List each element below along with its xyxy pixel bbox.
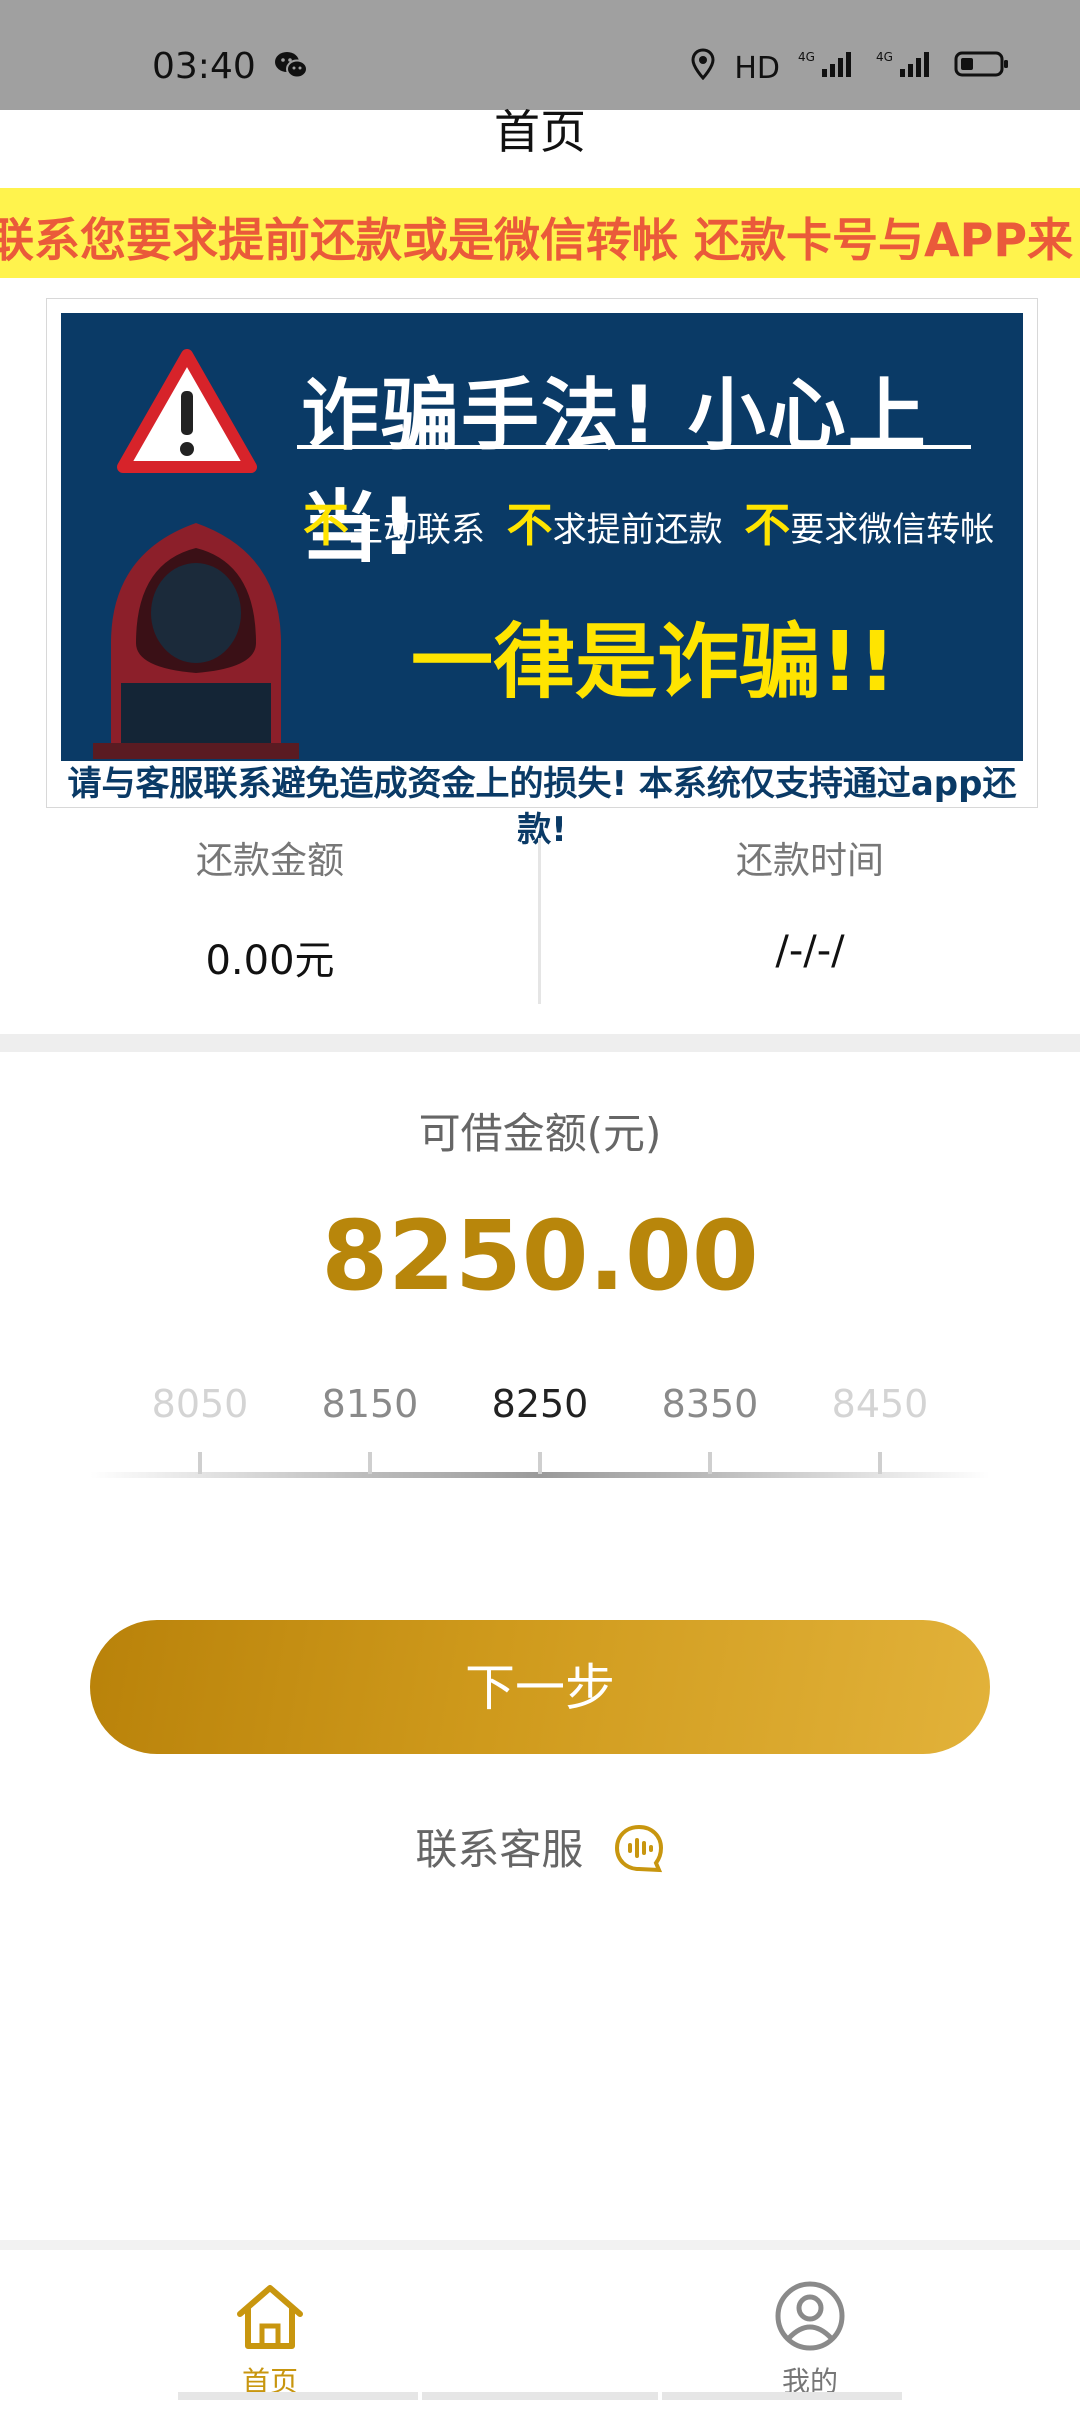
loan-amount-value: 8250.00 (321, 1200, 759, 1312)
scale-tick (198, 1452, 202, 1474)
scale-label-8150[interactable]: 8150 (290, 1382, 450, 1426)
warning-triangle-icon (117, 349, 257, 473)
wechat-icon (274, 50, 308, 84)
notice-text: 联系您要求提前还款或是微信转帐 还款卡号与APP来 (0, 213, 1074, 267)
signal-icon-2: 4G (876, 49, 936, 87)
section-separator (0, 1034, 1080, 1052)
banner-footer: 请与客服联系避免造成资金上的损失! 本系统仅支持通过app还款! (67, 764, 1017, 850)
contact-support-label: 联系客服 (415, 1825, 584, 1874)
banner-rules: 不主动联系 不求提前还款 不要求微信转帐 (303, 489, 994, 555)
scale-label-8050[interactable]: 8050 (120, 1382, 280, 1426)
notice-marquee: 联系您要求提前还款或是微信转帐 还款卡号与APP来 (0, 188, 1080, 278)
amount-slider[interactable] (90, 1448, 990, 1478)
svg-text:4G: 4G (798, 50, 815, 64)
nav-indicator-1 (178, 2392, 418, 2400)
network-hd-label: HD (734, 50, 780, 86)
hacker-illustration-icon (93, 523, 299, 759)
scale-tick (368, 1452, 372, 1474)
scale-label-8450[interactable]: 8450 (800, 1382, 960, 1426)
page-header: 首页 (0, 105, 1080, 188)
loan-amount-label: 可借金额(元) (418, 1109, 662, 1158)
bottom-tab-bar: 首页 我的 (0, 2240, 1080, 2410)
repayment-summary: 还款金额 0.00元 还款时间 /-/-/ (0, 830, 1080, 1010)
scale-tick (708, 1452, 712, 1474)
tab-home[interactable]: 首页 (0, 2280, 540, 2400)
tab-mine[interactable]: 我的 (540, 2280, 1080, 2400)
rule-text-2: 求提前还款 (552, 510, 723, 550)
repayment-amount-value: 0.00元 (205, 938, 335, 984)
rule-text-1: 主动联系 (349, 510, 485, 550)
svg-text:4G: 4G (876, 50, 893, 64)
rule-flag-3: 不 (744, 498, 791, 552)
scale-label-8350[interactable]: 8350 (630, 1382, 790, 1426)
chat-support-icon (614, 1824, 663, 1872)
page-title: 首页 (494, 105, 586, 159)
banner-body: 诈骗手法! 小心上当! 不主动联系 不求提前还款 不要求微信转帐 一律是诈骗!! (61, 313, 1023, 761)
repayment-time-label: 还款时间 (736, 839, 884, 882)
rule-flag-1: 不 (303, 498, 349, 552)
nav-indicator-3 (662, 2392, 902, 2400)
status-bar: 03:40 HD 4G 4G (0, 0, 1080, 110)
repayment-amount-label: 还款金额 (196, 839, 344, 882)
banner-divider (297, 445, 971, 449)
rule-text-3: 要求微信转帐 (790, 510, 995, 550)
location-icon (690, 48, 716, 88)
banner-main-warning: 一律是诈骗!! (411, 615, 896, 710)
status-time: 03:40 (152, 46, 256, 87)
repayment-time: 还款时间 /-/-/ (540, 830, 1080, 974)
fraud-warning-banner[interactable]: 诈骗手法! 小心上当! 不主动联系 不求提前还款 不要求微信转帐 一律是诈骗!!… (46, 298, 1038, 850)
scale-label-8250[interactable]: 8250 (460, 1382, 620, 1426)
repayment-time-value: /-/-/ (775, 928, 845, 974)
home-icon (237, 2285, 303, 2349)
signal-icon-1: 4G (798, 49, 858, 87)
repayment-amount: 还款金额 0.00元 (0, 830, 540, 986)
user-profile-icon (775, 2281, 845, 2351)
contact-support-link[interactable]: 联系客服 (0, 1816, 1080, 1879)
next-step-button[interactable]: 下一步 (90, 1620, 990, 1754)
scale-tick (538, 1452, 542, 1474)
nav-indicator-2 (422, 2392, 658, 2400)
rule-flag-2: 不 (506, 498, 553, 552)
battery-icon (954, 50, 1010, 86)
amount-scale-labels[interactable]: 8050 8150 8250 8350 8450 (0, 1382, 1080, 1442)
scale-tick (878, 1452, 882, 1474)
